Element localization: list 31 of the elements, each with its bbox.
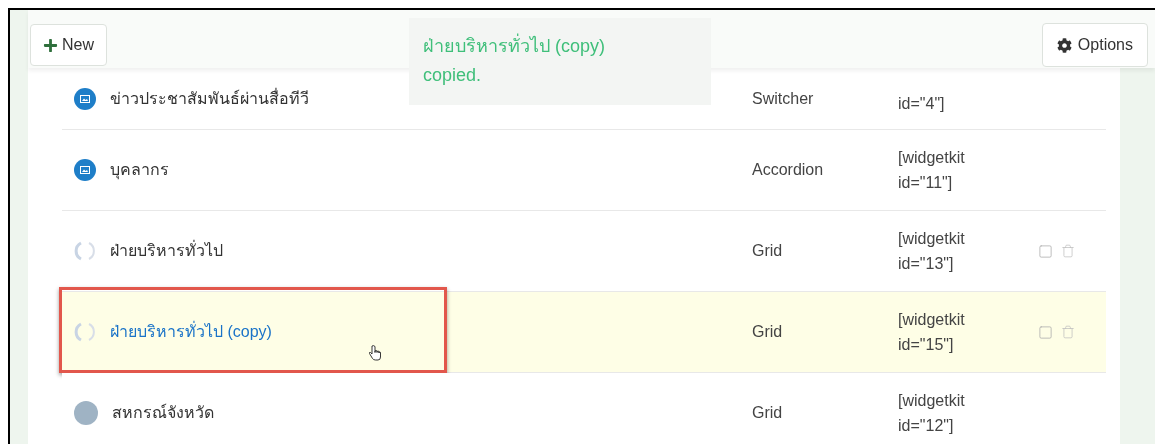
new-button[interactable]: New <box>30 24 107 66</box>
delete-icon[interactable] <box>1061 325 1075 339</box>
widget-type: Grid <box>752 403 784 423</box>
shortcode: id="4"] <box>898 94 946 114</box>
shortcode: [widgetkit id="13"] <box>898 229 966 274</box>
options-button[interactable]: Options <box>1041 23 1148 67</box>
toast-message: ฝ่ายบริหารทั่วไป (copy) <box>423 32 697 61</box>
widget-type: Switcher <box>752 88 815 109</box>
widget-type: Grid <box>752 322 784 342</box>
widget-name-link[interactable]: ข่าวประชาสัมพันธ์ผ่านสื่อทีวี <box>110 86 309 111</box>
widget-name-link[interactable]: ฝ่ายบริหารทั่วไป (copy) <box>110 320 272 344</box>
blank-avatar-icon <box>74 321 96 343</box>
copy-icon[interactable] <box>1038 243 1053 259</box>
widget-name-link[interactable]: บุคลากร <box>110 158 169 182</box>
image-icon <box>74 159 96 181</box>
widget-type: Accordion <box>752 160 825 180</box>
shortcode: [widgetkit id="15"] <box>898 310 966 355</box>
widget-type: Grid <box>752 241 784 261</box>
image-icon <box>74 87 96 110</box>
toast-message: copied. <box>423 64 483 87</box>
blank-avatar-icon <box>74 240 96 262</box>
shortcode: [widgetkit id="11"] <box>898 148 966 193</box>
copy-icon[interactable] <box>1038 324 1053 340</box>
hand-cursor-icon <box>368 345 382 361</box>
widget-name-link[interactable]: ฝ่ายบริหารทั่วไป <box>110 239 223 263</box>
settings-icon <box>1056 37 1072 53</box>
delete-icon[interactable] <box>1061 244 1075 258</box>
shortcode: [widgetkit id="12"] <box>898 391 966 436</box>
avatar-placeholder <box>74 401 98 425</box>
plus-icon <box>43 37 58 53</box>
widget-name-link[interactable]: สหกรณ์จังหวัด <box>112 401 214 425</box>
